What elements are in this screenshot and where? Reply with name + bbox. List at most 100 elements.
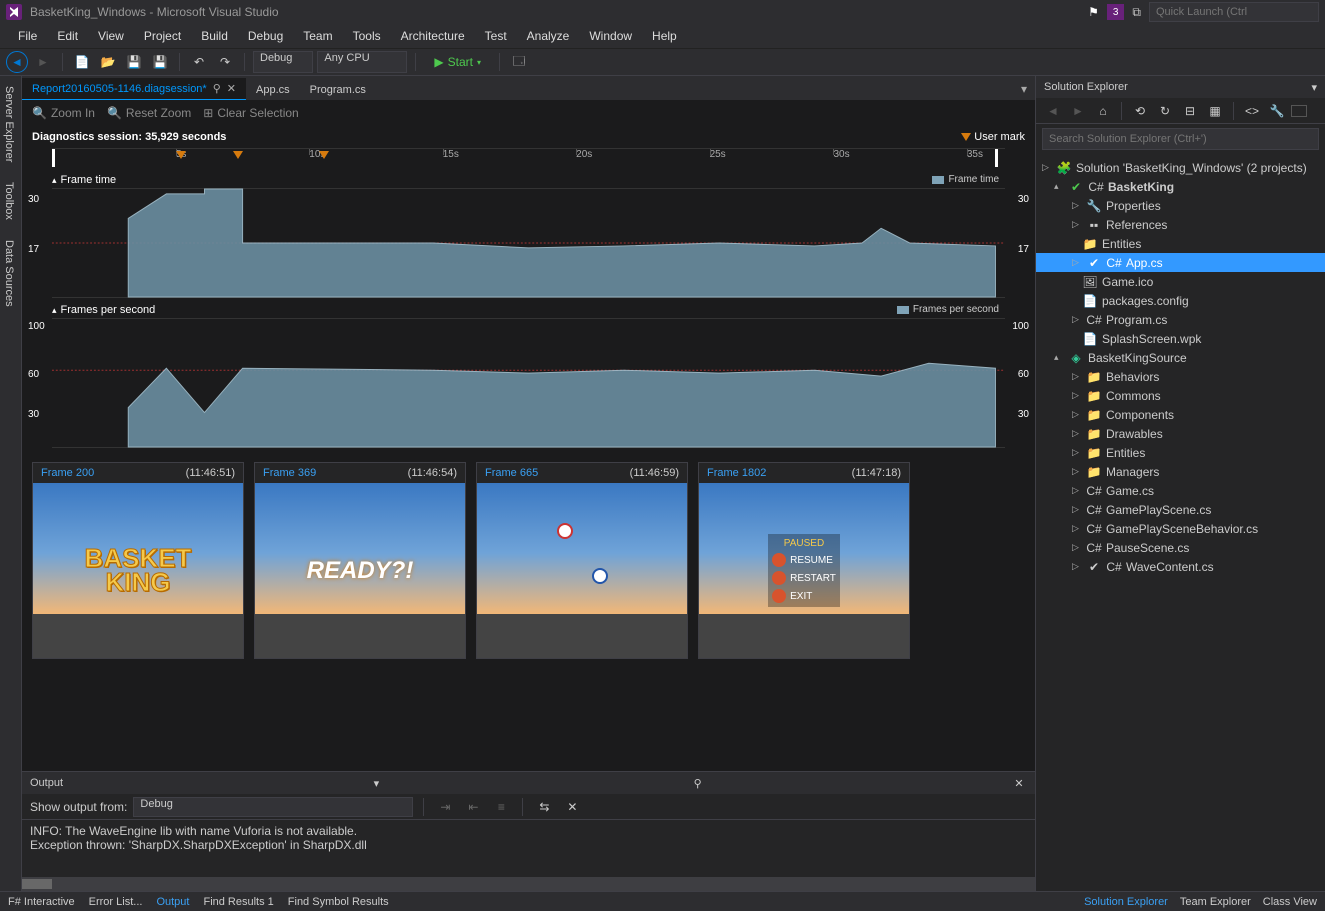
output-icon-1[interactable]: ⇥ xyxy=(434,796,456,818)
status-tab-solution-explorer[interactable]: Solution Explorer xyxy=(1084,896,1168,908)
se-fwd-icon[interactable]: ► xyxy=(1067,100,1089,122)
tree-item[interactable]: ▷📁Entities xyxy=(1036,443,1325,462)
reset-zoom-button[interactable]: 🔍Reset Zoom xyxy=(107,106,191,120)
time-ruler[interactable]: 5s 10s 15s 20s 25s 30s 35s xyxy=(52,148,1005,172)
forward-button[interactable]: ► xyxy=(32,51,54,73)
tree-item[interactable]: 📄SplashScreen.wpk xyxy=(1036,329,1325,348)
tree-item[interactable]: 🖼Game.ico xyxy=(1036,272,1325,291)
panel-dropdown-icon[interactable]: ▾ xyxy=(368,775,384,791)
solution-search-input[interactable] xyxy=(1042,128,1319,150)
redo-icon[interactable]: ↷ xyxy=(214,51,236,73)
config-select[interactable]: Debug xyxy=(253,51,313,73)
menu-build[interactable]: Build xyxy=(191,26,238,46)
platform-select[interactable]: Any CPU xyxy=(317,51,407,73)
properties-icon[interactable]: 🔧 xyxy=(1266,100,1288,122)
flag-icon[interactable]: ⚑ xyxy=(1088,5,1099,19)
tree-item[interactable]: ▷C#Game.cs xyxy=(1036,481,1325,500)
tree-item[interactable]: 📄packages.config xyxy=(1036,291,1325,310)
tab-program-cs[interactable]: Program.cs xyxy=(300,80,376,100)
panel-dropdown-icon[interactable]: ▾ xyxy=(1311,81,1317,94)
selection-start-handle[interactable] xyxy=(52,149,55,167)
thumbnail-3[interactable]: Frame 1802(11:47:18) PAUSED RESUME RESTA… xyxy=(698,462,910,659)
zoom-in-button[interactable]: 🔍Zoom In xyxy=(32,106,95,120)
feedback-icon[interactable]: ⧉ xyxy=(1132,5,1141,20)
status-tab-team-explorer[interactable]: Team Explorer xyxy=(1180,896,1251,908)
close-icon[interactable]: ✕ xyxy=(227,82,236,95)
thumbnail-0[interactable]: Frame 200(11:46:51) BASKETKING xyxy=(32,462,244,659)
output-source-select[interactable]: Debug xyxy=(133,797,413,817)
doc-dropdown-icon[interactable]: ▾ xyxy=(1013,78,1035,100)
preview-icon[interactable] xyxy=(1291,105,1307,117)
menu-architecture[interactable]: Architecture xyxy=(391,26,475,46)
tab-server-explorer[interactable]: Server Explorer xyxy=(0,76,18,172)
home-icon[interactable]: ⌂ xyxy=(1092,100,1114,122)
output-icon-3[interactable]: ≡ xyxy=(490,796,512,818)
tree-item[interactable]: ▷✔C#WaveContent.cs xyxy=(1036,557,1325,576)
menu-file[interactable]: File xyxy=(8,26,47,46)
tree-item[interactable]: ▷C#GamePlayScene.cs xyxy=(1036,500,1325,519)
tree-item[interactable]: ▷📁Managers xyxy=(1036,462,1325,481)
thumbnail-2[interactable]: Frame 665(11:46:59) xyxy=(476,462,688,659)
status-tab-errors[interactable]: Error List... xyxy=(89,896,143,908)
menu-test[interactable]: Test xyxy=(475,26,517,46)
refresh-icon[interactable]: ↻ xyxy=(1154,100,1176,122)
selection-end-handle[interactable] xyxy=(995,149,998,167)
tree-project-source[interactable]: ▴◈BasketKingSource xyxy=(1036,348,1325,367)
browse-icon[interactable]: 🗔 xyxy=(508,51,530,73)
show-all-icon[interactable]: ▦ xyxy=(1204,100,1226,122)
tree-project-basketking[interactable]: ▴✔C#BasketKing xyxy=(1036,177,1325,196)
horizontal-scrollbar[interactable] xyxy=(22,877,1035,891)
collapse-icon[interactable]: ⊟ xyxy=(1179,100,1201,122)
start-button[interactable]: ▶ Start ▾ xyxy=(424,55,491,69)
quick-launch-input[interactable] xyxy=(1149,2,1319,22)
tree-item[interactable]: ▷C#GamePlaySceneBehavior.cs xyxy=(1036,519,1325,538)
open-icon[interactable]: 📂 xyxy=(97,51,119,73)
tree-item[interactable]: ▷🔧Properties xyxy=(1036,196,1325,215)
menu-team[interactable]: Team xyxy=(293,26,342,46)
tab-toolbox[interactable]: Toolbox xyxy=(0,172,18,230)
new-project-icon[interactable]: 📄 xyxy=(71,51,93,73)
tree-item[interactable]: ▷▪▪References xyxy=(1036,215,1325,234)
close-icon[interactable]: ✕ xyxy=(1011,775,1027,791)
tab-diagsession[interactable]: Report20160505-1146.diagsession* ⚲ ✕ xyxy=(22,78,246,100)
tree-item[interactable]: 📁Entities xyxy=(1036,234,1325,253)
pin-icon[interactable]: ⚲ xyxy=(213,82,221,95)
status-tab-fsi[interactable]: F# Interactive xyxy=(8,896,75,908)
status-tab-find1[interactable]: Find Results 1 xyxy=(203,896,273,908)
menu-tools[interactable]: Tools xyxy=(343,26,391,46)
se-back-icon[interactable]: ◄ xyxy=(1042,100,1064,122)
tree-item[interactable]: ▷📁Drawables xyxy=(1036,424,1325,443)
code-icon[interactable]: <> xyxy=(1241,100,1263,122)
tab-app-cs[interactable]: App.cs xyxy=(246,80,300,100)
status-tab-output[interactable]: Output xyxy=(156,896,189,908)
menu-debug[interactable]: Debug xyxy=(238,26,293,46)
status-tab-findsym[interactable]: Find Symbol Results xyxy=(288,896,389,908)
tree-item[interactable]: ▷📁Components xyxy=(1036,405,1325,424)
back-button[interactable]: ◄ xyxy=(6,51,28,73)
clear-output-icon[interactable]: ✕ xyxy=(561,796,583,818)
sync-icon[interactable]: ⟲ xyxy=(1129,100,1151,122)
tree-item[interactable]: ▷📁Behaviors xyxy=(1036,367,1325,386)
tree-item[interactable]: ▷📁Commons xyxy=(1036,386,1325,405)
output-icon-2[interactable]: ⇤ xyxy=(462,796,484,818)
tree-item[interactable]: ▷C#Program.cs xyxy=(1036,310,1325,329)
menu-edit[interactable]: Edit xyxy=(47,26,88,46)
save-icon[interactable]: 💾 xyxy=(123,51,145,73)
menu-project[interactable]: Project xyxy=(134,26,191,46)
tree-solution-root[interactable]: ▷🧩Solution 'BasketKing_Windows' (2 proje… xyxy=(1036,158,1325,177)
undo-icon[interactable]: ↶ xyxy=(188,51,210,73)
toggle-wrap-icon[interactable]: ⇆ xyxy=(533,796,555,818)
menu-analyze[interactable]: Analyze xyxy=(517,26,580,46)
clear-selection-button[interactable]: ⊞Clear Selection xyxy=(203,106,298,120)
tree-item[interactable]: ▷C#PauseScene.cs xyxy=(1036,538,1325,557)
save-all-icon[interactable]: 💾 xyxy=(149,51,171,73)
menu-window[interactable]: Window xyxy=(579,26,642,46)
thumbnail-1[interactable]: Frame 369(11:46:54) READY?! xyxy=(254,462,466,659)
notification-badge[interactable]: 3 xyxy=(1107,4,1125,20)
menu-view[interactable]: View xyxy=(88,26,134,46)
tab-data-sources[interactable]: Data Sources xyxy=(0,230,18,317)
menu-help[interactable]: Help xyxy=(642,26,687,46)
status-tab-class-view[interactable]: Class View xyxy=(1263,896,1317,908)
tree-item-app-cs[interactable]: ▷✔C#App.cs xyxy=(1036,253,1325,272)
pin-icon[interactable]: ⚲ xyxy=(690,775,706,791)
